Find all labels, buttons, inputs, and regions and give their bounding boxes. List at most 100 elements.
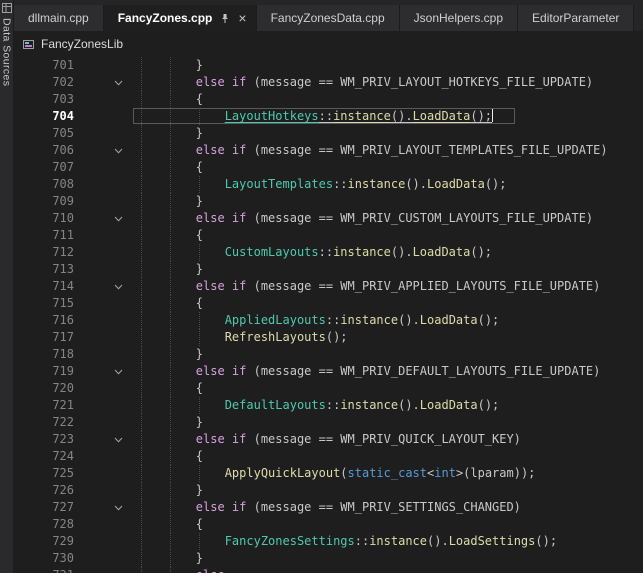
fold-toggle[interactable] xyxy=(74,567,138,573)
code-token: instance xyxy=(340,398,398,412)
code-text[interactable]: else if (message == WM_PRIV_QUICK_LAYOUT… xyxy=(138,431,643,448)
code-text[interactable]: } xyxy=(138,193,643,210)
code-text[interactable]: else if (message == WM_PRIV_SETTINGS_CHA… xyxy=(138,499,643,516)
line-number[interactable]: 702 xyxy=(14,74,74,91)
code-text[interactable]: else xyxy=(138,567,643,573)
line-number[interactable]: 723 xyxy=(14,431,74,448)
code-text[interactable]: { xyxy=(138,448,643,465)
line-number[interactable]: 727 xyxy=(14,499,74,516)
code-line-730: 730 } xyxy=(14,550,643,567)
code-text[interactable]: { xyxy=(138,516,643,533)
line-number[interactable]: 716 xyxy=(14,312,74,329)
code-token: (message == WM_PRIV_APPLIED_LAYOUTS_FILE… xyxy=(246,279,600,293)
code-text[interactable]: } xyxy=(138,482,643,499)
indent-guide xyxy=(141,176,142,193)
line-number[interactable]: 720 xyxy=(14,380,74,397)
code-text[interactable]: RefreshLayouts(); xyxy=(138,329,643,346)
code-text[interactable]: AppliedLayouts::instance().LoadData(); xyxy=(138,312,643,329)
line-number[interactable]: 712 xyxy=(14,244,74,261)
side-tab-label: Data Sources xyxy=(1,18,13,86)
line-number[interactable]: 717 xyxy=(14,329,74,346)
fold-margin xyxy=(74,261,138,278)
code-token: ApplyQuickLayout xyxy=(225,466,341,480)
code-text[interactable]: { xyxy=(138,227,643,244)
line-number[interactable]: 724 xyxy=(14,448,74,465)
line-number[interactable]: 728 xyxy=(14,516,74,533)
code-token: LayoutTemplates xyxy=(225,177,333,191)
code-text[interactable]: DefaultLayouts::instance().LoadData(); xyxy=(138,397,643,414)
code-text[interactable]: else if (message == WM_PRIV_DEFAULT_LAYO… xyxy=(138,363,643,380)
code-text[interactable]: LayoutHotkeys::instance().LoadData(); xyxy=(138,108,643,125)
fold-toggle[interactable] xyxy=(74,210,138,227)
line-number[interactable]: 725 xyxy=(14,465,74,482)
line-number[interactable]: 718 xyxy=(14,346,74,363)
line-number[interactable]: 726 xyxy=(14,482,74,499)
line-number[interactable]: 701 xyxy=(14,57,74,74)
line-number[interactable]: 711 xyxy=(14,227,74,244)
tab-fancyzonesdata-cpp[interactable]: FancyZonesData.cpp xyxy=(257,5,400,31)
line-number[interactable]: 710 xyxy=(14,210,74,227)
fold-margin xyxy=(74,193,138,210)
code-token: (message == WM_PRIV_LAYOUT_TEMPLATES_FIL… xyxy=(246,143,607,157)
code-editor[interactable]: 701 } 702 else if (message == WM_PRIV_LAY… xyxy=(14,57,643,573)
line-number[interactable]: 705 xyxy=(14,125,74,142)
code-text[interactable]: } xyxy=(138,57,643,74)
code-text[interactable]: } xyxy=(138,414,643,431)
line-number[interactable]: 721 xyxy=(14,397,74,414)
code-text[interactable]: { xyxy=(138,159,643,176)
chevron-down-icon xyxy=(114,437,123,443)
code-text[interactable]: } xyxy=(138,346,643,363)
line-number[interactable]: 709 xyxy=(14,193,74,210)
code-text[interactable]: } xyxy=(138,261,643,278)
fold-toggle[interactable] xyxy=(74,74,138,91)
indent-guide xyxy=(170,482,171,499)
tab-dllmain-cpp[interactable]: dllmain.cpp xyxy=(14,5,104,31)
code-text[interactable]: else if (message == WM_PRIV_APPLIED_LAYO… xyxy=(138,278,643,295)
fold-toggle[interactable] xyxy=(74,431,138,448)
tab-jsonhelpers-cpp[interactable]: JsonHelpers.cpp xyxy=(400,5,518,31)
line-number[interactable]: 714 xyxy=(14,278,74,295)
code-text[interactable]: } xyxy=(138,550,643,567)
line-number[interactable]: 731 xyxy=(14,567,74,573)
line-number[interactable]: 706 xyxy=(14,142,74,159)
code-text[interactable]: { xyxy=(138,295,643,312)
line-number[interactable]: 730 xyxy=(14,550,74,567)
tab-fancyzones-cpp[interactable]: FancyZones.cpp× xyxy=(104,5,257,31)
code-token: else if xyxy=(196,432,247,446)
code-text[interactable]: ApplyQuickLayout(static_cast<int>(lparam… xyxy=(138,465,643,482)
close-icon[interactable]: × xyxy=(238,11,246,25)
code-text[interactable]: else if (message == WM_PRIV_CUSTOM_LAYOU… xyxy=(138,210,643,227)
line-number[interactable]: 708 xyxy=(14,176,74,193)
code-token: (). xyxy=(391,109,413,123)
code-text[interactable]: LayoutTemplates::instance().LoadData(); xyxy=(138,176,643,193)
line-number[interactable]: 704 xyxy=(14,108,74,125)
code-text[interactable]: else if (message == WM_PRIV_LAYOUT_HOTKE… xyxy=(138,74,643,91)
code-text[interactable]: { xyxy=(138,91,643,108)
line-number[interactable]: 703 xyxy=(14,91,74,108)
fold-toggle[interactable] xyxy=(74,142,138,159)
code-text[interactable]: else if (message == WM_PRIV_LAYOUT_TEMPL… xyxy=(138,142,643,159)
pin-icon[interactable] xyxy=(220,13,230,24)
side-tab-data-sources[interactable]: Data Sources xyxy=(0,0,14,573)
code-token: FancyZonesSettings xyxy=(225,534,355,548)
code-text[interactable]: CustomLayouts::instance().LoadData(); xyxy=(138,244,643,261)
fold-toggle[interactable] xyxy=(74,499,138,516)
tab-editorparameter[interactable]: EditorParameter xyxy=(518,5,634,31)
code-token xyxy=(138,432,196,446)
line-number[interactable]: 715 xyxy=(14,295,74,312)
fold-toggle[interactable] xyxy=(74,278,138,295)
breadcrumb[interactable]: FancyZonesLib xyxy=(14,31,643,57)
line-number[interactable]: 729 xyxy=(14,533,74,550)
code-line-729: 729 FancyZonesSettings::instance().LoadS… xyxy=(14,533,643,550)
indent-guide xyxy=(199,397,200,414)
fold-margin xyxy=(74,91,138,108)
line-number[interactable]: 722 xyxy=(14,414,74,431)
code-text[interactable]: } xyxy=(138,125,643,142)
code-text[interactable]: { xyxy=(138,380,643,397)
fold-toggle[interactable] xyxy=(74,363,138,380)
line-number[interactable]: 719 xyxy=(14,363,74,380)
line-number[interactable]: 713 xyxy=(14,261,74,278)
line-number[interactable]: 707 xyxy=(14,159,74,176)
code-text[interactable]: FancyZonesSettings::instance().LoadSetti… xyxy=(138,533,643,550)
indent-guide xyxy=(170,329,171,346)
